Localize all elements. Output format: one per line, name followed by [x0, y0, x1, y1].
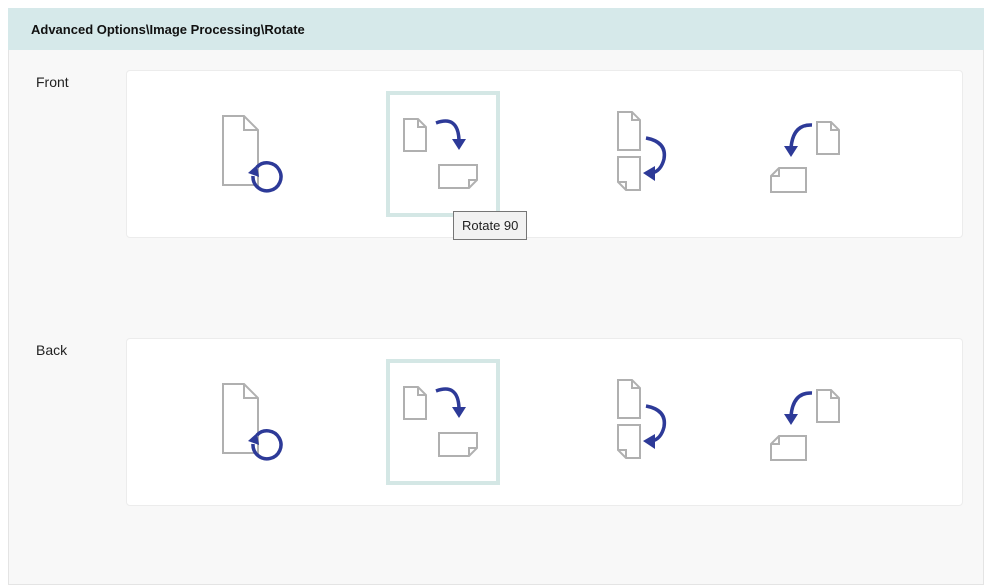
page-title: Advanced Options\Image Processing\Rotate [31, 21, 305, 37]
rotate-90-icon [403, 386, 478, 457]
breadcrumb-header: Advanced Options\Image Processing\Rotate [8, 8, 984, 50]
rotate-270-icon [770, 389, 840, 461]
rotate-90-tooltip: Rotate 90 [453, 211, 528, 240]
rotate-180-icon [617, 379, 667, 459]
front-rotation-options [126, 70, 963, 238]
rotate-90-icon [403, 118, 478, 189]
back-label: Back [36, 342, 68, 358]
rotate-auto-icon [222, 115, 283, 193]
back-rotate-180-option[interactable] [569, 359, 683, 485]
front-rotate-180-option[interactable] [569, 91, 683, 217]
front-label: Front [36, 74, 69, 90]
front-rotate-270-option[interactable] [751, 91, 865, 217]
tooltip-text: Rotate 90 [462, 218, 519, 233]
rotate-180-icon [617, 111, 667, 191]
rotate-auto-icon [222, 383, 283, 461]
rotate-270-icon [770, 121, 840, 193]
back-rotate-auto-option[interactable] [205, 359, 319, 485]
back-rotate-270-option[interactable] [751, 359, 865, 485]
back-rotate-90-option[interactable] [386, 359, 500, 485]
front-rotate-auto-option[interactable] [205, 91, 319, 217]
front-rotate-90-option[interactable] [386, 91, 500, 217]
back-rotation-options [126, 338, 963, 506]
